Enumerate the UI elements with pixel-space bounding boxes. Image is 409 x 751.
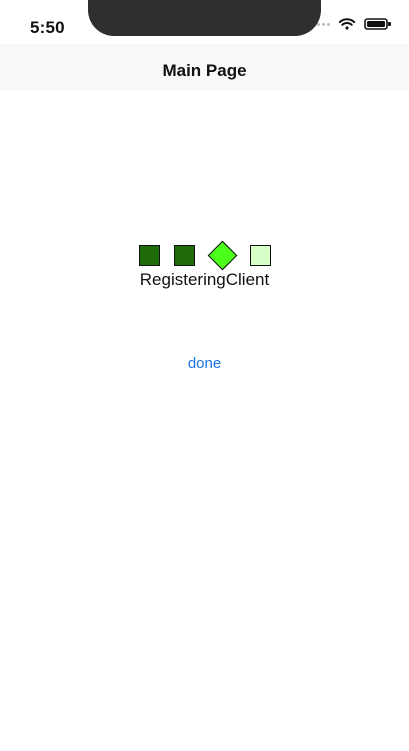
navigation-bar: Main Page	[0, 44, 409, 92]
client-state-label: RegisteringClient	[139, 270, 270, 289]
state-indicator-2	[173, 244, 195, 266]
wifi-icon	[338, 17, 356, 31]
page-title: Main Page	[162, 60, 247, 80]
device-notch	[88, 0, 321, 36]
app-screen: 5:50 Main Page RegisteringClient done	[0, 0, 409, 751]
status-icons	[312, 15, 392, 33]
signal-dot	[322, 22, 325, 26]
state-indicators	[0, 235, 409, 275]
state-indicator-4	[249, 244, 271, 266]
battery-icon	[364, 17, 392, 31]
status-time: 5:50	[30, 18, 65, 37]
main-content: RegisteringClient done	[0, 91, 409, 751]
signal-dot	[327, 22, 330, 26]
done-button[interactable]: done	[0, 355, 409, 372]
state-indicator-3	[207, 240, 237, 270]
state-indicators-group	[138, 240, 271, 270]
state-indicator-1	[138, 244, 160, 266]
